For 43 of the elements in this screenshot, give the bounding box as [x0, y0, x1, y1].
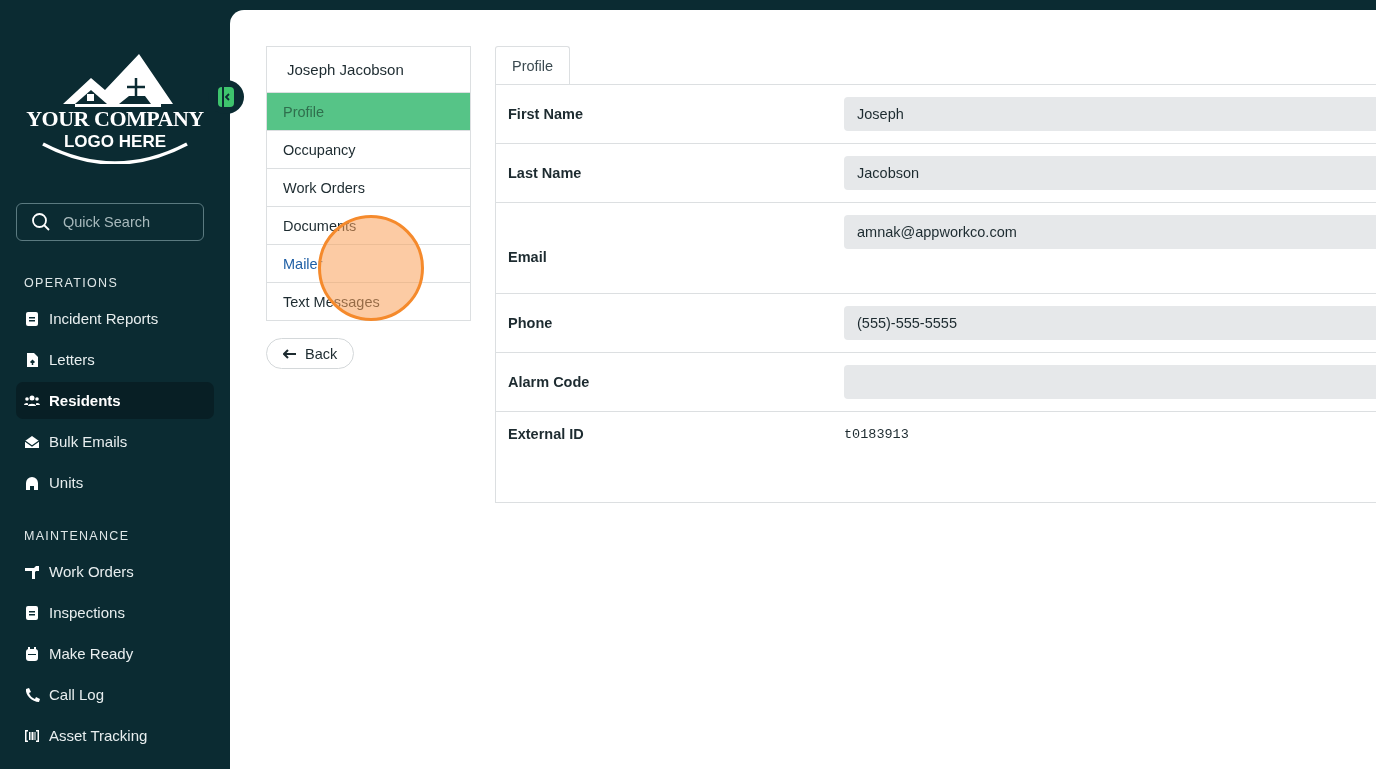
sidebar-item[interactable]: Asset Tracking — [16, 717, 214, 754]
document-icon — [24, 310, 40, 327]
sidebar-item[interactable]: Incident Reports — [16, 300, 214, 337]
barcode-scan-icon — [24, 727, 40, 744]
resident-menu-item[interactable]: Work Orders — [267, 169, 470, 207]
wrench-icon — [24, 563, 40, 580]
sidebar-item[interactable]: Make Ready — [16, 635, 214, 672]
resident-menu-item[interactable]: Occupancy — [267, 131, 470, 169]
sidebar-item[interactable]: Work Orders — [16, 553, 214, 590]
sidebar-toggle-icon — [218, 87, 234, 107]
field-label: Email — [508, 248, 548, 265]
logo-text: LOGO HERE — [64, 132, 166, 152]
envelope-icon — [24, 433, 40, 450]
sidebar-item[interactable]: Inspections — [16, 594, 214, 631]
sidebar-item[interactable]: Units — [16, 464, 214, 501]
back-button[interactable]: Back — [266, 338, 355, 369]
tab[interactable]: Profile — [495, 46, 571, 84]
sidebar-item[interactable]: Letters — [16, 341, 214, 378]
search-icon — [31, 212, 51, 232]
field-label: Phone — [508, 314, 554, 333]
input-field[interactable]: Jacobson — [844, 156, 1376, 190]
sidebar-item[interactable]: Residents — [16, 382, 214, 419]
document-icon — [24, 604, 40, 621]
sidebar-item[interactable]: Call Log — [16, 676, 214, 713]
input-field[interactable] — [844, 365, 1376, 399]
field-value: t0183913 — [844, 425, 909, 444]
calendar-icon — [24, 645, 40, 662]
field-label: Alarm Code — [508, 373, 591, 392]
search-field[interactable]: Quick Search — [16, 203, 204, 241]
field-label: External ID — [508, 425, 585, 444]
left-arrow-icon — [283, 348, 297, 359]
field-label: Last Name — [508, 164, 583, 183]
input-field[interactable]: amnak@appworkco.com — [844, 215, 1376, 249]
logo-text: YOUR COMPANY — [26, 106, 204, 132]
sidebar-item[interactable]: Bulk Emails — [16, 423, 214, 460]
house-icon — [24, 474, 40, 491]
phone-icon — [24, 686, 40, 703]
section-heading: OPERATIONS — [23, 276, 120, 290]
section-heading: MAINTENANCE — [23, 529, 131, 543]
input-field[interactable]: Joseph — [844, 97, 1376, 131]
file-upload-icon — [24, 351, 40, 368]
input-field[interactable]: (555)-555-5555 — [844, 306, 1376, 340]
field-label: First Name — [508, 105, 584, 124]
